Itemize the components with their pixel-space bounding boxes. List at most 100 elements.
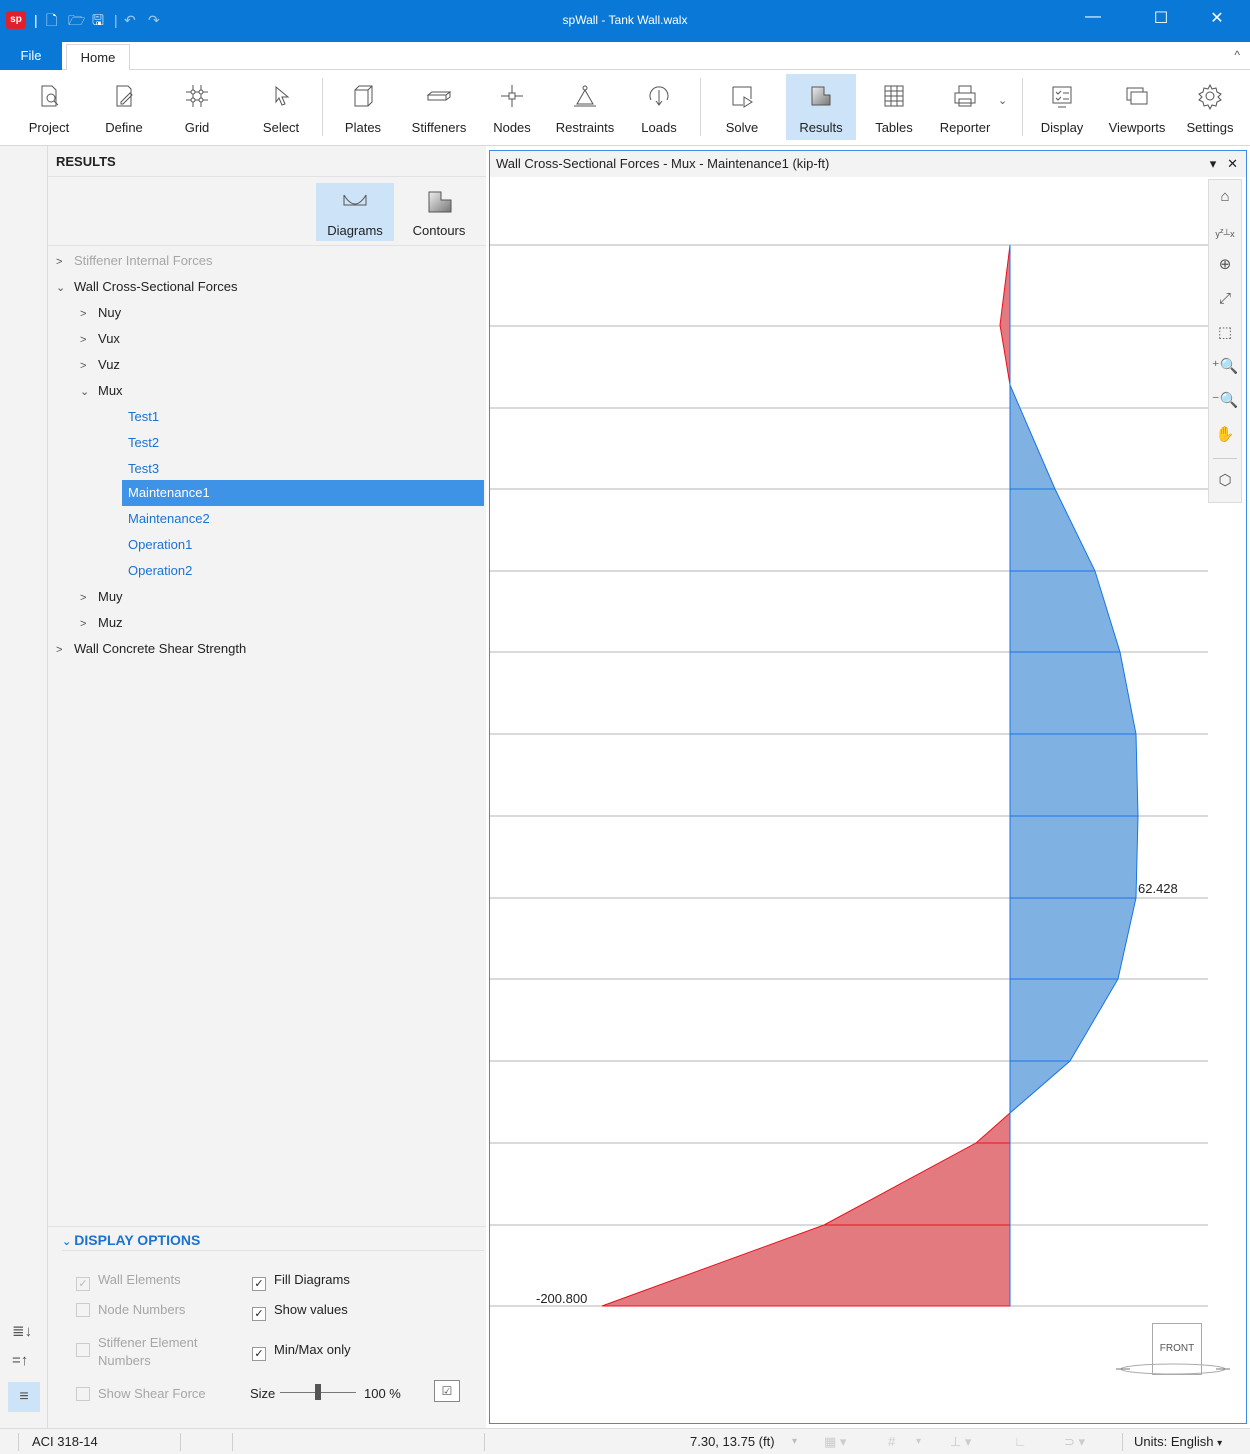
ribbon-define-button[interactable]: Define: [98, 74, 150, 140]
display-settings-icon[interactable]: ☑: [434, 1380, 460, 1402]
sort-ascending-icon[interactable]: =↑: [12, 1352, 28, 1369]
zoom-extents-icon[interactable]: ⤢: [1209, 284, 1241, 314]
show-values-checkbox[interactable]: ✓ Show values: [252, 1302, 348, 1321]
panel-toggle-icon[interactable]: ≡: [8, 1382, 40, 1412]
tree-mux[interactable]: ⌄ Mux: [80, 378, 123, 404]
tree-muy[interactable]: > Muy: [80, 584, 123, 610]
minimize-button[interactable]: —: [1078, 8, 1108, 26]
checkbox-checked-icon: ✓: [252, 1307, 266, 1321]
ribbon-select-button[interactable]: Select: [254, 74, 308, 140]
ribbon-loads-button[interactable]: Loads: [634, 74, 684, 140]
chevron-right-icon: >: [80, 334, 87, 346]
ribbon-restraints-button[interactable]: Restraints: [550, 74, 620, 140]
tree-vux[interactable]: > Vux: [80, 326, 120, 352]
tree-wall-cross-sectional-forces[interactable]: ⌄ Wall Cross-Sectional Forces: [56, 274, 238, 300]
ribbon-project-button[interactable]: Project: [22, 74, 76, 140]
tab-file[interactable]: File: [0, 42, 62, 70]
chevron-down-icon: ⌄: [62, 1236, 75, 1248]
positive-moment-region: [1009, 384, 1139, 1115]
chevron-right-icon: >: [56, 644, 63, 656]
axis-orientation-icon[interactable]: yz┴x: [1209, 216, 1241, 246]
size-slider-thumb[interactable]: [315, 1384, 321, 1400]
tree-case-test3[interactable]: Test3: [122, 456, 484, 482]
tree-muz[interactable]: > Muz: [80, 610, 123, 636]
ribbon-separator: [1022, 78, 1023, 136]
chevron-down-icon: ⌄: [80, 386, 90, 398]
diagrams-button[interactable]: Diagrams: [316, 183, 394, 241]
close-button[interactable]: ✕: [1202, 8, 1232, 28]
stiffeners-icon: [426, 91, 452, 101]
display-options-header[interactable]: ⌄ DISPLAY OPTIONS: [62, 1232, 200, 1248]
stiffener-numbers-checkbox[interactable]: Stiffener Element Numbers: [76, 1334, 197, 1370]
reporter-dropdown-icon[interactable]: ⌄: [998, 94, 1007, 107]
tree-case-operation2[interactable]: Operation2: [122, 558, 484, 584]
design-code: ACI 318-14: [32, 1434, 98, 1449]
ribbon-separator: [700, 78, 701, 136]
view-cube-icon[interactable]: ⬡: [1209, 466, 1241, 496]
ribbon-nodes-button[interactable]: Nodes: [486, 74, 538, 140]
zoom-window-icon[interactable]: ⬚: [1209, 318, 1241, 348]
ribbon-tables-button[interactable]: Tables: [866, 74, 922, 140]
status-bar: ACI 318-14 7.30, 13.75 (ft) ▾ ▦ ▾ # ▾ ⊥ …: [0, 1428, 1250, 1454]
home-view-icon[interactable]: ⌂: [1209, 182, 1241, 212]
tree-case-test2[interactable]: Test2: [122, 430, 484, 456]
ribbon-reporter-button[interactable]: Reporter: [930, 74, 1000, 140]
ribbon-plates-button[interactable]: Plates: [336, 74, 390, 140]
chevron-right-icon: >: [80, 360, 87, 372]
chevron-right-icon: >: [80, 308, 87, 320]
ucs-icon[interactable]: ⊥ ▾: [950, 1429, 971, 1454]
sort-descending-icon[interactable]: ≣↓: [12, 1322, 32, 1340]
tree-wall-concrete-shear-strength[interactable]: > Wall Concrete Shear Strength: [56, 636, 246, 662]
chevron-down-icon[interactable]: ▾: [792, 1429, 797, 1454]
ribbon-display-button[interactable]: Display: [1034, 74, 1090, 140]
panel-title: RESULTS: [56, 154, 116, 169]
zoom-out-icon[interactable]: ⁻🔍: [1209, 386, 1241, 416]
tables-icon: [884, 85, 904, 107]
results-viewport[interactable]: Wall Cross-Sectional Forces - Mux - Main…: [489, 150, 1247, 1424]
chevron-down-icon[interactable]: ▾: [916, 1429, 921, 1454]
tree-nuy[interactable]: > Nuy: [80, 300, 121, 326]
ribbon-grid-button[interactable]: Grid: [170, 74, 224, 140]
snap-grid-icon[interactable]: ▦ ▾: [824, 1429, 846, 1454]
fill-diagrams-checkbox[interactable]: ✓ Fill Diagrams: [252, 1272, 350, 1291]
maximize-button[interactable]: ☐: [1146, 8, 1176, 28]
tree-case-maintenance1[interactable]: Maintenance1: [122, 480, 484, 506]
minmax-only-checkbox[interactable]: ✓ Min/Max only: [252, 1342, 351, 1361]
tab-home[interactable]: Home: [66, 44, 130, 71]
ribbon-stiffeners-button[interactable]: Stiffeners: [404, 74, 474, 140]
orbit-icon[interactable]: ⊕: [1209, 250, 1241, 280]
units-selector[interactable]: Units: English ▾: [1134, 1429, 1222, 1454]
viewport-close-button[interactable]: ✕: [1227, 156, 1238, 171]
snap-icon[interactable]: ⊃ ▾: [1064, 1429, 1085, 1454]
display-icon: [1052, 86, 1072, 108]
ribbon-viewports-button[interactable]: Viewports: [1102, 74, 1172, 140]
chevron-down-icon: ⌄: [56, 282, 66, 294]
collapse-ribbon-icon[interactable]: ^: [1234, 48, 1240, 62]
tree-vuz[interactable]: > Vuz: [80, 352, 120, 378]
title-bar: sp | 🗋 🗁 🖫 | ↶ ↷ spWall - Tank Wall.walx…: [0, 0, 1250, 42]
divider: [48, 1226, 486, 1227]
grid-toggle-icon[interactable]: #: [888, 1429, 895, 1454]
tree-case-test1[interactable]: Test1: [122, 404, 484, 430]
moment-diagram: [490, 244, 1208, 1307]
diagram-icon: [343, 194, 367, 206]
ribbon-results-button[interactable]: Results: [786, 74, 856, 140]
viewport-pin-button[interactable]: ▾: [1210, 156, 1217, 171]
tree-case-maintenance2[interactable]: Maintenance2: [122, 506, 484, 532]
wall-elements-checkbox[interactable]: ✓ Wall Elements: [76, 1272, 181, 1291]
contours-button[interactable]: Contours: [400, 183, 478, 241]
loads-icon: [649, 86, 669, 106]
show-shear-force-checkbox[interactable]: Show Shear Force: [76, 1386, 206, 1401]
tree-stiffener-internal-forces[interactable]: > Stiffener Internal Forces: [56, 248, 213, 274]
pan-icon[interactable]: ✋: [1209, 420, 1241, 450]
size-slider[interactable]: [280, 1384, 356, 1400]
max-value-label: 62.428: [1138, 881, 1178, 896]
min-value-label: -200.800: [536, 1291, 588, 1306]
ribbon-settings-button[interactable]: Settings: [1180, 74, 1240, 140]
ortho-icon[interactable]: ∟: [1014, 1429, 1027, 1454]
ribbon-solve-button[interactable]: Solve: [712, 74, 772, 140]
zoom-in-icon[interactable]: ⁺🔍: [1209, 352, 1241, 382]
node-numbers-checkbox[interactable]: Node Numbers: [76, 1302, 185, 1317]
tree-case-operation1[interactable]: Operation1: [122, 532, 484, 558]
chevron-right-icon: >: [80, 592, 87, 604]
